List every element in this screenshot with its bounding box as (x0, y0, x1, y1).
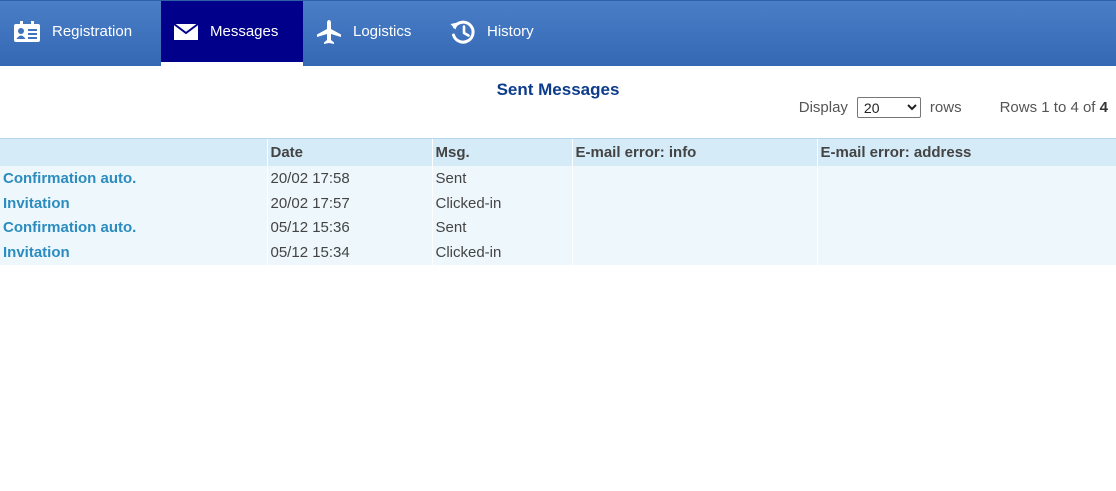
table-row: Invitation 20/02 17:57 Clicked-in (0, 190, 1116, 216)
rows-total: 4 (1099, 99, 1108, 116)
error-address-cell (816, 240, 1116, 265)
error-address-cell (816, 166, 1116, 191)
message-name-link[interactable]: Confirmation auto. (0, 166, 267, 191)
column-header-error-address: E-mail error: address (816, 138, 1116, 166)
msg-status-cell: Sent (431, 215, 572, 241)
tab-logistics[interactable]: Logistics (303, 1, 437, 66)
message-name-link[interactable]: Invitation (0, 240, 267, 265)
column-header-date: Date (266, 138, 432, 166)
top-navigation-bar: Registration Messages Logistics History (0, 0, 1116, 66)
column-header-error-info: E-mail error: info (571, 138, 817, 166)
error-info-cell (571, 215, 817, 241)
error-address-cell (816, 190, 1116, 216)
rows-info-prefix: Rows 1 to 4 of (999, 99, 1096, 116)
airplane-icon (316, 19, 342, 45)
table-header-row: Date Msg. E-mail error: info E-mail erro… (0, 138, 1116, 166)
tab-registration-label: Registration (52, 23, 133, 40)
pagination-controls: Display 20 rows Rows 1 to 4 of 4 (799, 97, 1108, 118)
table-row: Confirmation auto. 05/12 15:36 Sent (0, 215, 1116, 241)
tab-history[interactable]: History (437, 1, 567, 66)
tab-messages[interactable]: Messages (161, 1, 303, 66)
column-header-msg: Msg. (431, 138, 572, 166)
id-card-icon (12, 20, 42, 43)
column-header-name (0, 138, 267, 166)
envelope-icon (173, 22, 199, 41)
msg-status-cell: Sent (431, 166, 572, 191)
rows-count-info: Rows 1 to 4 of 4 (1000, 99, 1108, 116)
tab-logistics-label: Logistics (353, 23, 412, 40)
date-cell: 05/12 15:36 (266, 215, 432, 241)
table-row: Confirmation auto. 20/02 17:58 Sent (0, 166, 1116, 191)
msg-status-cell: Clicked-in (431, 190, 572, 216)
rows-label: rows (929, 99, 962, 116)
msg-status-cell: Clicked-in (431, 240, 572, 265)
date-cell: 05/12 15:34 (266, 240, 432, 265)
sent-messages-table: Date Msg. E-mail error: info E-mail erro… (0, 138, 1116, 265)
date-cell: 20/02 17:57 (266, 190, 432, 216)
table-row: Invitation 05/12 15:34 Clicked-in (0, 240, 1116, 265)
date-cell: 20/02 17:58 (266, 166, 432, 191)
error-info-cell (571, 190, 817, 216)
error-address-cell (816, 215, 1116, 241)
tab-registration[interactable]: Registration (0, 1, 161, 66)
history-clock-icon (449, 19, 477, 45)
display-label: Display (798, 99, 848, 116)
tab-messages-label: Messages (210, 23, 279, 40)
tab-history-label: History (487, 23, 534, 40)
error-info-cell (571, 166, 817, 191)
message-name-link[interactable]: Confirmation auto. (0, 215, 267, 241)
error-info-cell (571, 240, 817, 265)
message-name-link[interactable]: Invitation (0, 190, 267, 216)
rows-per-page-select[interactable]: 20 (856, 97, 921, 118)
